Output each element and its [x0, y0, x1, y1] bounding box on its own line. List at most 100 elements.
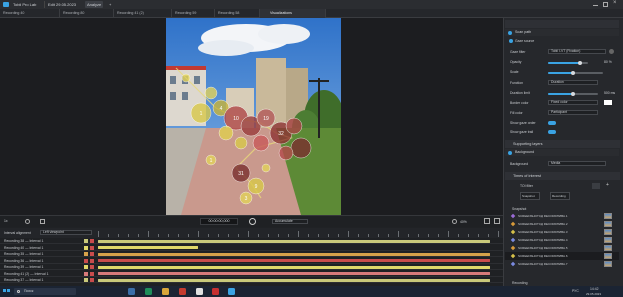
edge-icon[interactable] — [145, 288, 152, 295]
color-swatch[interactable] — [84, 239, 88, 243]
timeline-row[interactable]: Recording 36 — Interval 1 — [0, 258, 503, 264]
chrome-icon[interactable] — [179, 288, 186, 295]
visibility-swatch[interactable] — [90, 265, 94, 269]
gaze-filter-select[interactable]: Tobii I-VT (Fixation) — [548, 49, 606, 54]
start-icon[interactable] — [3, 288, 10, 295]
color-swatch[interactable] — [84, 265, 88, 269]
timeline-row[interactable]: Recording 38 — Interval 1 — [0, 238, 503, 244]
fullscreen-icon[interactable] — [494, 218, 500, 224]
maximize-icon[interactable] — [603, 2, 608, 7]
visibility-swatch[interactable] — [90, 239, 94, 243]
timecode-display[interactable]: 00:00:00,000 — [200, 218, 238, 225]
opacity-slider-knob[interactable] — [578, 60, 582, 65]
fill-color-select[interactable]: Participant — [548, 110, 598, 115]
speed-select[interactable]: 1x — [4, 219, 8, 223]
tab-recording-59[interactable]: Recording 59 — [172, 9, 215, 18]
ruler-tick — [438, 234, 439, 237]
tab-recording-80[interactable]: Recording 80 — [60, 9, 114, 18]
interval-bar[interactable] — [98, 272, 490, 275]
add-tab-button[interactable]: + — [107, 1, 113, 8]
close-icon[interactable]: × — [613, 0, 617, 6]
language-indicator[interactable]: РУС — [572, 289, 579, 293]
ruler-tick — [308, 234, 309, 237]
tab-recording-41[interactable]: Recording 41 (2) — [114, 9, 172, 18]
color-swatch[interactable] — [84, 258, 88, 263]
timeline-row[interactable]: Recording 39 — Interval 1 — [0, 264, 503, 270]
clock-date[interactable]: 29.05.2023 — [586, 292, 601, 296]
fit-icon[interactable] — [484, 218, 490, 224]
yandex-icon[interactable] — [212, 288, 219, 295]
supporting-layers-header[interactable]: Supporting layers — [505, 140, 620, 148]
snapshot-item[interactable]: SCREENSHOTСД RECORDПИВА.4 — [505, 236, 619, 244]
step-icon[interactable] — [40, 219, 45, 224]
snapshot-item[interactable]: SCREENSHOTСД RECORDПИВА.5 — [505, 244, 619, 252]
interval-bar[interactable] — [98, 278, 490, 282]
show-gaze-trail-toggle[interactable] — [548, 130, 556, 134]
interval-bar[interactable] — [98, 246, 198, 249]
background-header[interactable]: Background — [505, 149, 619, 156]
explorer-icon[interactable] — [162, 288, 169, 295]
interval-bar[interactable] — [98, 265, 490, 269]
snapshot-item[interactable]: SCREENSHOTСД RECORDПИВА.3 — [505, 228, 619, 236]
snapshot-item[interactable]: SCREENSHOTСД RECORDПИВА.6 — [505, 252, 619, 260]
clock-time[interactable]: 14:42 — [590, 287, 599, 291]
snapshot-item[interactable]: SCREENSHOTСД RECORDПИВА.2 — [505, 220, 619, 228]
scan-path-header[interactable]: Scan path — [505, 29, 619, 36]
ruler-tick — [268, 234, 269, 237]
tab-recording-58[interactable]: Recording 58 — [215, 9, 260, 18]
eye-icon[interactable] — [508, 30, 512, 35]
border-color-swatch[interactable] — [604, 100, 612, 105]
border-color-select[interactable]: Fixed color — [548, 100, 598, 105]
add-icon[interactable]: + — [606, 182, 609, 188]
color-swatch[interactable] — [84, 278, 88, 282]
color-swatch[interactable] — [84, 252, 88, 256]
app-icon[interactable] — [196, 288, 203, 295]
visibility-swatch[interactable] — [90, 245, 94, 250]
times-of-interest-header[interactable]: Times of interest — [505, 172, 620, 180]
timeline-row[interactable]: Recording 40 — Interval 1 — [0, 245, 503, 251]
interval-bar[interactable] — [98, 252, 490, 256]
timeline-row[interactable]: Recording 37 — Interval 1 — [0, 277, 503, 283]
tab-recording-40[interactable]: Recording 40 — [0, 9, 60, 18]
snapshot-item[interactable]: SCREENSHOTСД RECORDПИВА.7 — [505, 260, 619, 268]
tab-edit[interactable]: Edit 29.05.2023 — [44, 1, 78, 8]
loop-icon[interactable] — [25, 219, 30, 224]
visibility-swatch[interactable] — [90, 258, 94, 263]
timeline-row[interactable]: Recording 41 (2) — Interval 1 — [0, 271, 503, 277]
visibility-swatch[interactable] — [90, 252, 94, 256]
zoom-icon[interactable] — [452, 219, 457, 224]
snapshot-item[interactable]: SCREENSHOTСД RECORDПИВА.1 — [505, 212, 619, 220]
interval-bar[interactable] — [98, 239, 490, 243]
toi-filter-button[interactable] — [592, 183, 600, 189]
background-select[interactable]: Media — [548, 161, 606, 166]
scale-slider-knob[interactable] — [570, 70, 575, 75]
visibility-swatch[interactable] — [90, 271, 94, 276]
task-view-icon[interactable] — [128, 288, 135, 295]
visibility-swatch[interactable] — [90, 278, 94, 282]
snapshot-select[interactable]: Snapshot — [520, 192, 540, 200]
gaze-source-row[interactable]: Gaze source — [507, 38, 619, 44]
taskbar-search[interactable]: Поиск — [14, 288, 76, 295]
timeline-ruler[interactable] — [98, 228, 499, 238]
interval-bar[interactable] — [98, 259, 490, 262]
recording-select[interactable]: Recording — [550, 192, 570, 200]
timeline-row[interactable]: Recording 35 — Interval 1 — [0, 251, 503, 257]
tab-analyze[interactable]: Analyze — [85, 1, 104, 8]
settings-icon[interactable] — [609, 49, 614, 54]
timeline-row-label: Recording 37 — Interval 1 — [4, 278, 44, 282]
tab-visualizations[interactable]: Visualizations — [260, 9, 326, 18]
ruler-tick — [388, 234, 389, 237]
toi-filter-label[interactable]: TOI filter — [520, 184, 533, 188]
accumulate-select[interactable]: Accumulate — [272, 219, 308, 224]
interval-alignment-label: Interval alignment — [4, 231, 31, 235]
tobii-icon[interactable] — [228, 288, 235, 295]
color-swatch[interactable] — [84, 271, 88, 276]
show-gaze-order-toggle[interactable] — [548, 121, 556, 125]
interval-alignment-select[interactable]: Left viewpoint — [40, 230, 92, 235]
play-button[interactable] — [249, 218, 256, 225]
eye-icon[interactable] — [508, 150, 512, 155]
color-swatch[interactable] — [84, 245, 88, 250]
minimize-icon[interactable] — [593, 5, 598, 6]
duration-slider-knob[interactable] — [571, 91, 575, 96]
function-select[interactable]: Duration — [548, 80, 598, 85]
